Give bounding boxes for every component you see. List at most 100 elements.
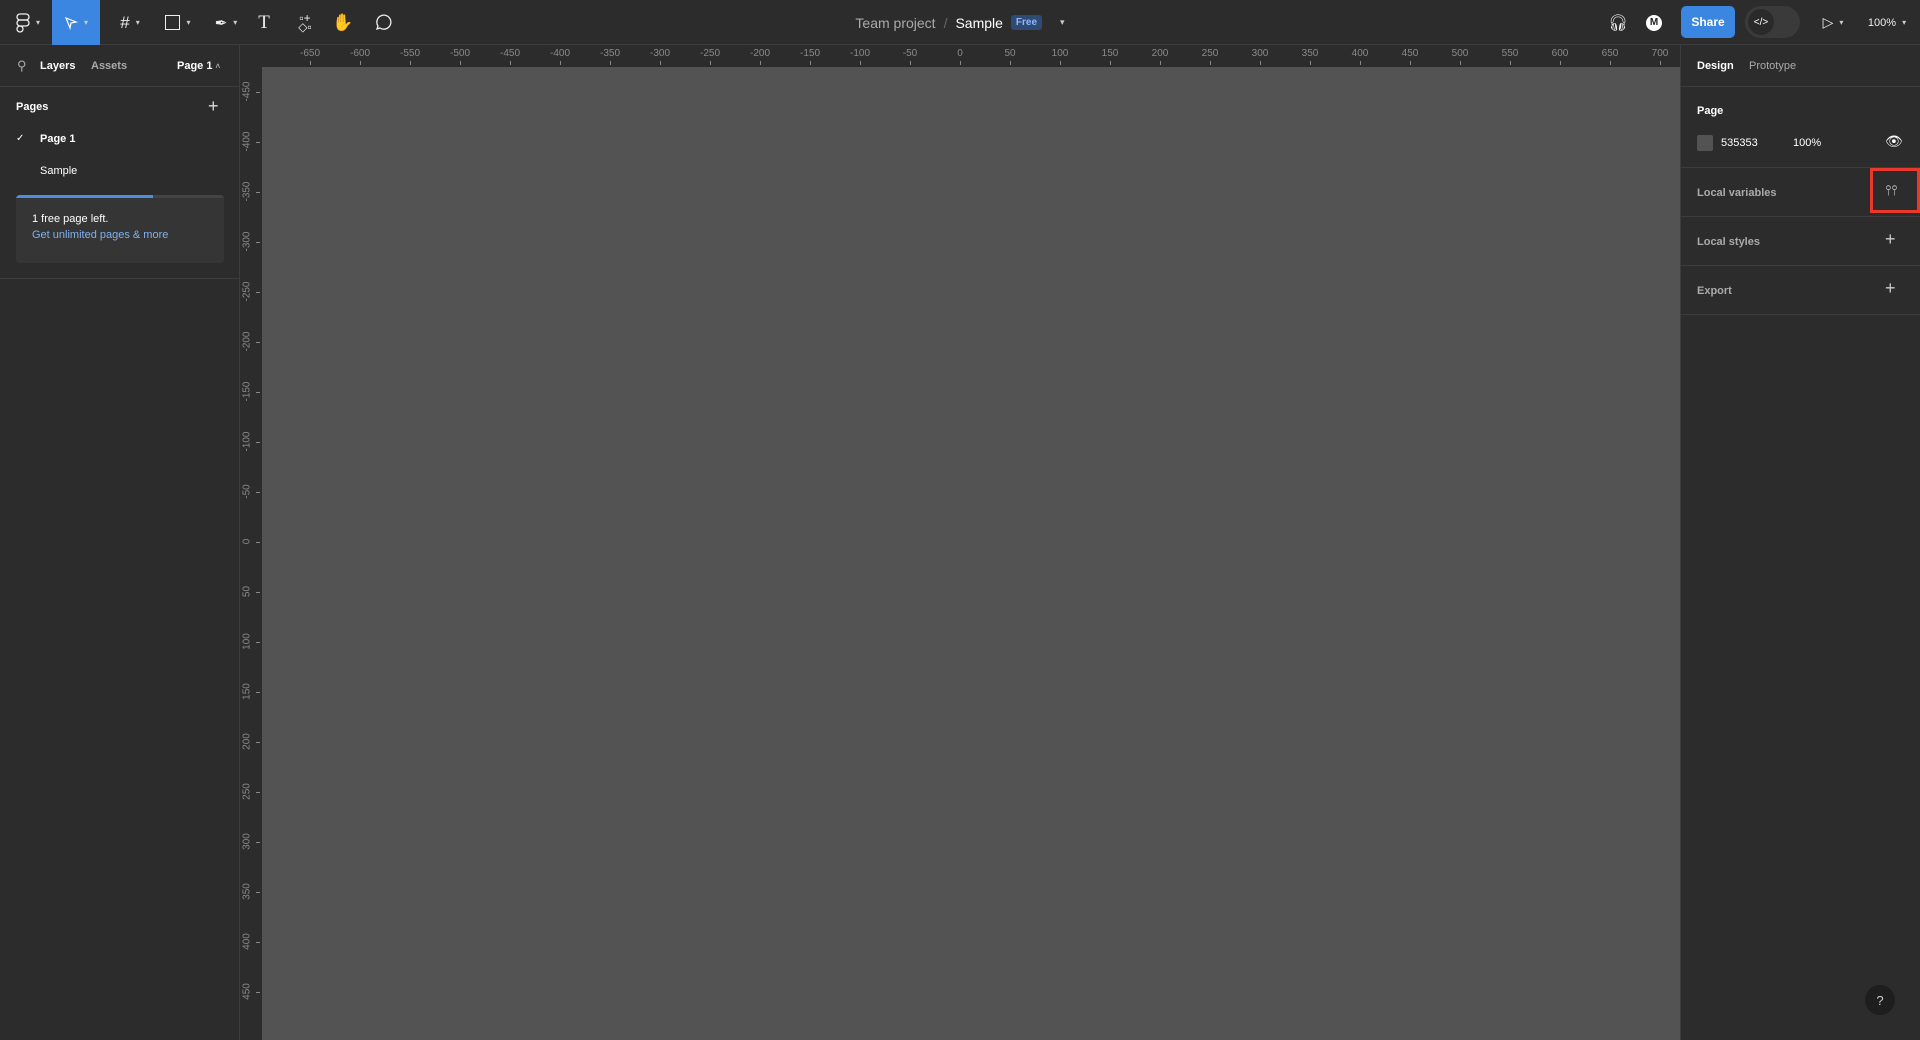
ruler-tick <box>256 842 260 843</box>
ruler-tick <box>1110 61 1111 65</box>
ruler-tick <box>860 61 861 65</box>
ruler-label: -550 <box>399 48 420 59</box>
ruler-tick <box>256 592 260 593</box>
ruler-tick <box>1260 61 1261 65</box>
file-name[interactable]: Sample <box>955 15 1002 31</box>
ruler-label: -450 <box>241 81 253 102</box>
ruler-label: -350 <box>241 181 253 202</box>
headphones-icon: 🎧︎ <box>1607 14 1629 32</box>
ruler-tick <box>1460 61 1461 65</box>
ruler-label: 250 <box>241 783 253 800</box>
ruler-tick <box>256 192 260 193</box>
ruler-tick <box>256 492 260 493</box>
file-menu-chevron-icon[interactable]: ▾ <box>1060 17 1065 28</box>
eye-icon[interactable]: 👁︎ <box>1885 133 1903 150</box>
ruler-label: 700 <box>1651 48 1669 59</box>
page-fill-hex[interactable]: 535353 <box>1721 137 1758 149</box>
ruler-label: -200 <box>749 48 770 59</box>
add-export-button[interactable]: + <box>1885 278 1896 299</box>
tab-prototype[interactable]: Prototype <box>1749 60 1796 72</box>
ruler-label: -400 <box>549 48 570 59</box>
ruler-tick <box>460 61 461 65</box>
ruler-label: 400 <box>241 933 253 950</box>
ruler-label: -200 <box>241 331 253 352</box>
ruler-label: 0 <box>957 48 963 59</box>
canvas[interactable] <box>262 67 1680 1040</box>
share-button[interactable]: Share <box>1681 6 1735 38</box>
ruler-tick <box>410 61 411 65</box>
add-page-button[interactable]: + <box>208 96 219 117</box>
ruler-tick <box>1160 61 1161 65</box>
ruler-label: -50 <box>241 484 253 499</box>
ruler-label: -250 <box>241 281 253 302</box>
ruler-tick <box>960 61 961 65</box>
search-icon[interactable]: ⚲ <box>17 58 27 74</box>
page-item-sample[interactable]: Sample <box>0 160 239 184</box>
ruler-tick <box>1660 61 1661 65</box>
vertical-ruler: -450 -400 -350 -300 -250 -200 -150 -100 -50 0 50 10… <box>240 67 262 1040</box>
dev-mode-toggle[interactable]: </> <box>1745 6 1800 38</box>
ruler-label: 50 <box>1004 48 1016 59</box>
ruler-label: -350 <box>599 48 620 59</box>
ruler-label: -400 <box>241 131 253 152</box>
ruler-tick <box>256 642 260 643</box>
ruler-label: 500 <box>1451 48 1469 59</box>
zoom-dropdown[interactable]: 100% ▾ <box>1862 0 1912 45</box>
ruler-label: -300 <box>649 48 670 59</box>
ruler-tick <box>1560 61 1561 65</box>
ruler-tick <box>310 61 311 65</box>
ruler-tick <box>510 61 511 65</box>
pages-heading: Pages <box>16 101 49 113</box>
avatar-initial: M <box>1646 14 1662 31</box>
ruler-tick <box>610 61 611 65</box>
page-fill-opacity[interactable]: 100% <box>1793 137 1821 149</box>
ruler-label: -100 <box>849 48 870 59</box>
variables-settings-icon[interactable]: ⫯⫯ <box>1885 182 1897 199</box>
project-name[interactable]: Team project <box>855 15 935 31</box>
ruler-tick <box>256 942 260 943</box>
ruler-tick <box>1410 61 1411 65</box>
left-sidebar: ⚲ Layers Assets Page 1 ˄ Pages + ✓ Page … <box>0 45 240 1040</box>
tab-design[interactable]: Design <box>1697 60 1734 72</box>
ruler-tick <box>560 61 561 65</box>
page-selector[interactable]: Page 1 ˄ <box>177 60 220 72</box>
ruler-label: 200 <box>1151 48 1169 59</box>
ruler-label: -450 <box>499 48 520 59</box>
ruler-label: 550 <box>1501 48 1519 59</box>
ruler-tick <box>910 61 911 65</box>
ruler-label: 50 <box>241 585 253 598</box>
ruler-tick <box>360 61 361 65</box>
add-style-button[interactable]: + <box>1885 229 1896 250</box>
help-button[interactable]: ? <box>1865 985 1895 1015</box>
checkmark-icon: ✓ <box>16 133 25 144</box>
ruler-tick <box>1610 61 1611 65</box>
ruler-label: 450 <box>1401 48 1419 59</box>
tab-assets[interactable]: Assets <box>91 60 127 72</box>
present-button[interactable]: ▷ ▾ <box>1818 0 1848 45</box>
avatar[interactable]: M <box>1643 0 1665 45</box>
ruler-tick <box>256 692 260 693</box>
ruler-tick <box>256 142 260 143</box>
ruler-label: 300 <box>1251 48 1269 59</box>
ruler-label: 250 <box>1201 48 1219 59</box>
ruler-tick <box>1360 61 1361 65</box>
audio-button[interactable]: 🎧︎ <box>1605 0 1631 45</box>
page-item-page-1[interactable]: ✓ Page 1 <box>0 128 239 152</box>
ruler-label: 600 <box>1551 48 1569 59</box>
local-variables-heading: Local variables <box>1697 187 1777 199</box>
ruler-label: 150 <box>241 683 253 700</box>
ruler-tick <box>256 342 260 343</box>
upgrade-link[interactable]: Get unlimited pages & more <box>32 229 168 241</box>
ruler-label: 100 <box>241 633 253 650</box>
horizontal-ruler: -650 -600 -550 -500 -450 -400 -350 -300 -250 -200… <box>240 45 1680 67</box>
ruler-tick <box>256 92 260 93</box>
ruler-tick <box>710 61 711 65</box>
page-section-heading: Page <box>1697 105 1724 117</box>
ruler-label: 400 <box>1351 48 1369 59</box>
ruler-label: -650 <box>299 48 320 59</box>
chevron-up-icon: ˄ <box>215 62 221 71</box>
ruler-tick <box>256 292 260 293</box>
chevron-down-icon: ▾ <box>1902 18 1907 27</box>
page-fill-swatch[interactable] <box>1697 135 1713 151</box>
tab-layers[interactable]: Layers <box>40 60 75 72</box>
